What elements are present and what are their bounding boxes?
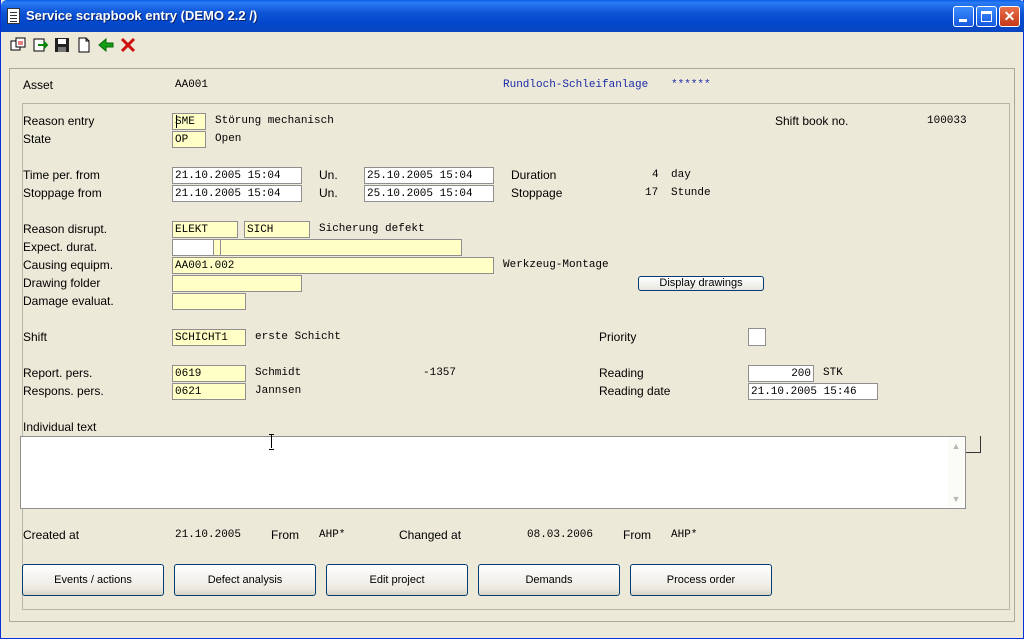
duration-unit: day	[671, 169, 691, 181]
shift-code-field[interactable]: SCHICHT1	[172, 329, 246, 346]
report-pers-label: Report. pers.	[23, 366, 93, 380]
close-icon: ✕	[1003, 8, 1016, 24]
created-at-label: Created at	[23, 528, 80, 542]
created-at-value: 21.10.2005	[175, 529, 242, 541]
shift-book-value: 100033	[927, 115, 967, 127]
reading-unit: STK	[823, 367, 843, 379]
notepad-icon	[7, 8, 20, 24]
individual-text-label: Individual text	[23, 420, 97, 434]
copy-icon[interactable]	[9, 36, 27, 54]
new-document-icon[interactable]	[75, 36, 93, 54]
minimize-button[interactable]	[953, 6, 974, 27]
asset-value: AA001	[175, 79, 209, 91]
close-button[interactable]: ✕	[999, 6, 1020, 27]
created-from-label: From	[271, 528, 299, 542]
text-expand-handle[interactable]	[966, 436, 981, 453]
respons-pers-label: Respons. pers.	[23, 384, 104, 398]
reason-entry-code-field[interactable]: SME	[172, 113, 206, 130]
ibeam-cursor-icon	[269, 434, 275, 450]
shift-text: erste Schicht	[255, 331, 341, 343]
expect-durat-desc-field[interactable]	[220, 239, 462, 256]
state-text: Open	[215, 133, 242, 145]
reading-label: Reading	[599, 366, 644, 380]
time-per-un-label: Un.	[319, 168, 338, 182]
stoppage-from-field[interactable]: 21.10.2005 15:04	[172, 185, 302, 202]
title-bar[interactable]: Service scrapbook entry (DEMO 2.2 /) ✕	[1, 0, 1024, 32]
causing-equip-label: Causing equipm.	[23, 258, 114, 272]
scroll-up-icon[interactable]: ▲	[948, 438, 964, 454]
causing-equip-field[interactable]: AA001.002	[172, 257, 494, 274]
reading-date-label: Reading date	[599, 384, 671, 398]
stoppage-duration-unit: Stunde	[671, 187, 711, 199]
back-arrow-icon[interactable]	[97, 36, 115, 54]
stoppage-un-label: Un.	[319, 186, 338, 200]
events-actions-button[interactable]: Events / actions	[22, 564, 164, 596]
asset-description: Rundloch-Schleifanlage	[503, 79, 649, 91]
expect-durat-label: Expect. durat.	[23, 240, 98, 254]
changed-at-label: Changed at	[399, 528, 462, 542]
asset-stars: ******	[671, 79, 711, 91]
respons-pers-field[interactable]: 0621	[172, 383, 246, 400]
report-pers-name: Schmidt	[255, 367, 302, 379]
shift-book-label: Shift book no.	[775, 114, 849, 128]
reason-disrupt-code1-field[interactable]: ELEKT	[172, 221, 238, 238]
window-title: Service scrapbook entry (DEMO 2.2 /)	[26, 8, 258, 23]
form-panel	[9, 68, 1015, 622]
report-pers-phone: -1357	[423, 367, 457, 379]
individual-text-area[interactable]: ▲ ▼	[20, 436, 966, 509]
reason-disrupt-label: Reason disrupt.	[23, 222, 108, 236]
time-per-from-label: Time per. from	[23, 168, 100, 182]
maximize-icon	[981, 11, 992, 22]
demands-button[interactable]: Demands	[478, 564, 620, 596]
duration-label: Duration	[511, 168, 557, 182]
asset-label: Asset	[23, 78, 54, 92]
text-caret	[176, 115, 177, 128]
save-icon[interactable]	[53, 36, 71, 54]
duration-value: 4	[652, 169, 659, 181]
state-label: State	[23, 132, 52, 146]
priority-label: Priority	[599, 330, 637, 344]
text-scrollbar[interactable]: ▲ ▼	[948, 438, 964, 507]
defect-analysis-button[interactable]: Defect analysis	[174, 564, 316, 596]
reason-entry-label: Reason entry	[23, 114, 95, 128]
edit-project-button[interactable]: Edit project	[326, 564, 468, 596]
time-per-from-field[interactable]: 21.10.2005 15:04	[172, 167, 302, 184]
priority-checkbox[interactable]	[748, 328, 766, 346]
drawing-folder-label: Drawing folder	[23, 276, 101, 290]
stoppage-duration-value: 17	[645, 187, 659, 199]
expect-durat-value-field[interactable]	[172, 239, 214, 256]
export-icon[interactable]	[31, 36, 49, 54]
reason-disrupt-text: Sicherung defekt	[319, 223, 425, 235]
damage-eval-label: Damage evaluat.	[23, 294, 114, 308]
changed-from-value: AHP*	[671, 529, 698, 541]
stoppage-duration-label: Stoppage	[511, 186, 563, 200]
created-from-value: AHP*	[319, 529, 346, 541]
stoppage-from-label: Stoppage from	[23, 186, 102, 200]
delete-icon[interactable]	[119, 36, 137, 54]
reason-entry-text: Störung mechanisch	[215, 115, 334, 127]
maximize-button[interactable]	[976, 6, 997, 27]
time-per-to-field[interactable]: 25.10.2005 15:04	[364, 167, 494, 184]
changed-at-value: 08.03.2006	[527, 529, 594, 541]
app-window: Service scrapbook entry (DEMO 2.2 /) ✕ A…	[0, 0, 1024, 639]
changed-from-label: From	[623, 528, 651, 542]
reason-disrupt-code2-field[interactable]: SICH	[244, 221, 310, 238]
reading-field[interactable]: 200	[748, 365, 814, 382]
state-code-field[interactable]: OP	[172, 131, 206, 148]
stoppage-to-field[interactable]: 25.10.2005 15:04	[364, 185, 494, 202]
report-pers-field[interactable]: 0619	[172, 365, 246, 382]
damage-eval-field[interactable]	[172, 293, 246, 310]
causing-equip-text: Werkzeug-Montage	[503, 259, 609, 271]
minimize-icon	[959, 19, 967, 22]
process-order-button[interactable]: Process order	[630, 564, 772, 596]
respons-pers-name: Jannsen	[255, 385, 302, 397]
display-drawings-button[interactable]: Display drawings	[638, 276, 764, 291]
reading-date-field[interactable]: 21.10.2005 15:46	[748, 383, 878, 400]
drawing-folder-field[interactable]	[172, 275, 302, 292]
scroll-down-icon[interactable]: ▼	[948, 491, 964, 507]
shift-label: Shift	[23, 330, 48, 344]
